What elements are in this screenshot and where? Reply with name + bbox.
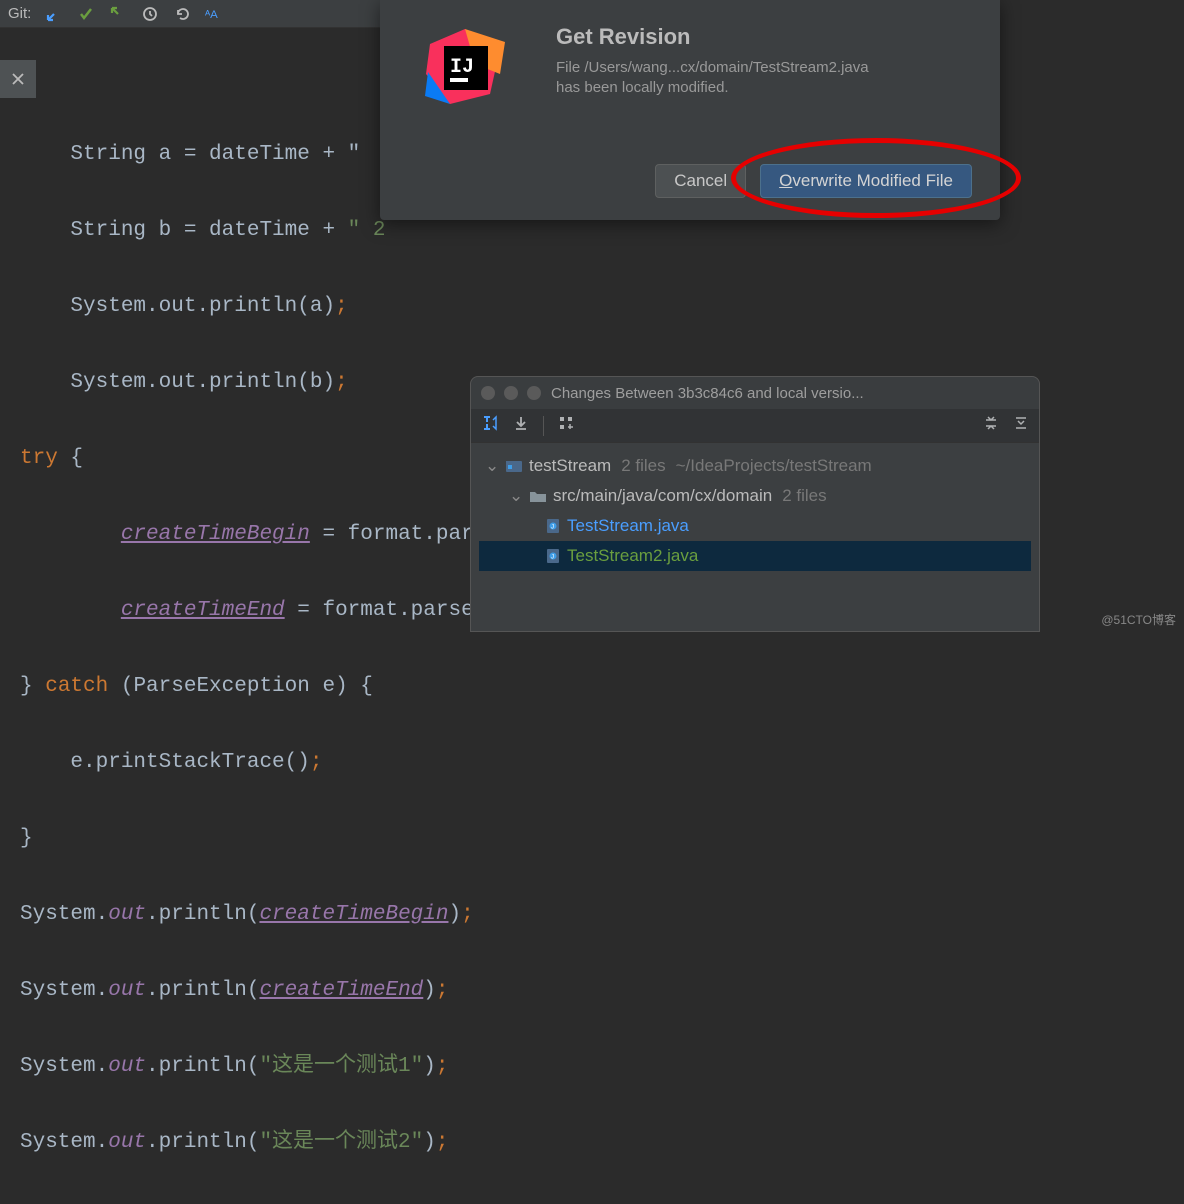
git-history-icon[interactable] (141, 5, 159, 23)
tree-dir[interactable]: ⌄ src/main/java/com/cx/domain 2 files (479, 481, 1031, 511)
group-icon[interactable] (558, 415, 574, 436)
cancel-button[interactable]: Cancel (655, 164, 746, 198)
code-line: } (20, 820, 1184, 858)
tree-root[interactable]: ⌄ testStream 2 files ~/IdeaProjects/test… (479, 451, 1031, 481)
tree-file-name: TestStream.java (567, 511, 689, 541)
module-icon (505, 458, 523, 474)
git-update-icon[interactable] (45, 5, 63, 23)
git-translate-icon[interactable]: ᴬA (205, 5, 223, 23)
code-line: System.out.println("这是一个测试2"); (20, 1124, 1184, 1162)
expand-icon[interactable] (983, 415, 999, 436)
changes-tree: ⌄ testStream 2 files ~/IdeaProjects/test… (471, 443, 1039, 579)
tree-dir-name: src/main/java/com/cx/domain (553, 481, 772, 511)
toolbar-separator (543, 416, 544, 436)
svg-text:IJ: IJ (450, 56, 474, 79)
tree-file-selected[interactable]: J TestStream2.java (479, 541, 1031, 571)
window-traffic-lights[interactable] (481, 386, 541, 400)
code-line: System.out.println(createTimeBegin); (20, 896, 1184, 934)
svg-text:J: J (551, 555, 554, 561)
git-rollback-icon[interactable] (173, 5, 191, 23)
diff-icon[interactable] (481, 415, 499, 436)
tree-root-name: testStream (529, 451, 611, 481)
git-push-icon[interactable] (109, 5, 127, 23)
download-icon[interactable] (513, 415, 529, 436)
git-toolbar: Git: ᴬA (0, 0, 380, 28)
code-line: System.out.println(a); (20, 288, 1184, 326)
overwrite-button[interactable]: Overwrite Modified File (760, 164, 972, 198)
intellij-logo-icon: IJ (420, 24, 510, 114)
dialog-buttons: Cancel Overwrite Modified File (655, 164, 972, 198)
tree-file-name: TestStream2.java (567, 541, 698, 571)
code-line: System.out.println("这是一个测试1"); (20, 1048, 1184, 1086)
git-commit-icon[interactable] (77, 5, 95, 23)
editor-gutter-top (0, 28, 380, 86)
chevron-down-icon[interactable]: ⌄ (509, 481, 523, 511)
changes-title: Changes Between 3b3c84c6 and local versi… (551, 385, 1029, 402)
tree-dir-count: 2 files (782, 481, 826, 511)
java-file-icon: J (545, 548, 561, 564)
changes-titlebar[interactable]: Changes Between 3b3c84c6 and local versi… (471, 377, 1039, 409)
git-label: Git: (8, 5, 31, 22)
watermark: @51CTO博客 (1101, 611, 1176, 628)
chevron-down-icon[interactable]: ⌄ (485, 451, 499, 481)
dialog-message: File /Users/wang...cx/domain/TestStream2… (556, 58, 976, 98)
tree-file[interactable]: J TestStream.java (479, 511, 1031, 541)
changes-tool-window: Changes Between 3b3c84c6 and local versi… (470, 376, 1040, 632)
folder-icon (529, 488, 547, 504)
tree-root-path: ~/IdeaProjects/testStream (676, 451, 872, 481)
dialog-title: Get Revision (556, 24, 690, 50)
tree-root-count: 2 files (621, 451, 665, 481)
changes-toolbar (471, 409, 1039, 443)
code-line: e.printStackTrace(); (20, 744, 1184, 782)
get-revision-dialog: IJ Get Revision File /Users/wang...cx/do… (380, 0, 1000, 220)
tab-close-button[interactable] (0, 60, 36, 98)
java-file-icon: J (545, 518, 561, 534)
code-line: System.out.println(createTimeEnd); (20, 972, 1184, 1010)
code-line: } catch (ParseException e) { (20, 668, 1184, 706)
svg-text:ᴬA: ᴬA (205, 9, 218, 21)
collapse-icon[interactable] (1013, 415, 1029, 436)
svg-text:J: J (551, 525, 554, 531)
